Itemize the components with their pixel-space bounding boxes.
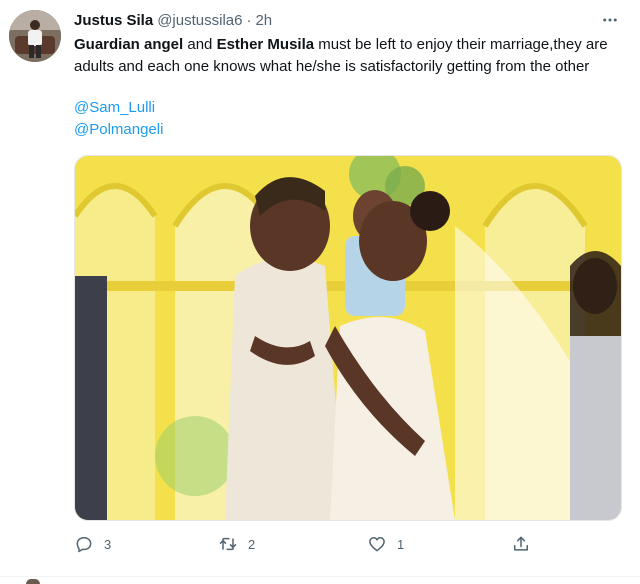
like-count: 1 bbox=[397, 536, 405, 552]
tagged-name-1: Guardian angel bbox=[74, 36, 184, 53]
mention-link[interactable]: @Sam_Lulli bbox=[74, 97, 155, 119]
more-options-button[interactable] bbox=[596, 8, 624, 32]
avatar-image bbox=[9, 10, 61, 62]
mention-link[interactable]: @Polmangeli bbox=[74, 119, 163, 141]
tweet-photo[interactable] bbox=[74, 155, 622, 521]
retweet-count: 2 bbox=[248, 536, 256, 552]
tweet-header: Justus Sila @justussila6 · 2h bbox=[74, 10, 272, 30]
author-handle[interactable]: @justussila6 bbox=[157, 12, 242, 29]
tagged-name-2: Esther Musila bbox=[216, 36, 315, 53]
tweet-divider bbox=[0, 576, 640, 577]
reply-count: 3 bbox=[104, 536, 112, 552]
like-button[interactable]: 1 bbox=[367, 530, 404, 558]
tweet-text: Guardian angel and Esther Musila must be… bbox=[74, 34, 626, 78]
wedding-photo-image bbox=[75, 156, 621, 520]
tweet-timestamp[interactable]: 2h bbox=[255, 12, 272, 29]
separator-dot: · bbox=[246, 11, 252, 29]
retweet-icon bbox=[219, 537, 237, 551]
reply-icon bbox=[76, 537, 92, 553]
reply-button[interactable]: 3 bbox=[74, 530, 111, 558]
tweet-text-part-1: and bbox=[183, 36, 217, 53]
retweet-button[interactable]: 2 bbox=[218, 530, 255, 558]
tweet-actions: 3 2 1 bbox=[0, 530, 640, 558]
more-dots-icon bbox=[603, 18, 617, 22]
share-icon bbox=[514, 536, 528, 551]
heart-icon bbox=[369, 537, 385, 552]
tweet[interactable]: Justus Sila @justussila6 · 2h Guardian a… bbox=[0, 0, 640, 584]
next-tweet-avatar bbox=[26, 579, 40, 584]
author-name[interactable]: Justus Sila bbox=[74, 12, 153, 29]
author-avatar[interactable] bbox=[9, 10, 61, 62]
share-button[interactable] bbox=[511, 530, 531, 558]
